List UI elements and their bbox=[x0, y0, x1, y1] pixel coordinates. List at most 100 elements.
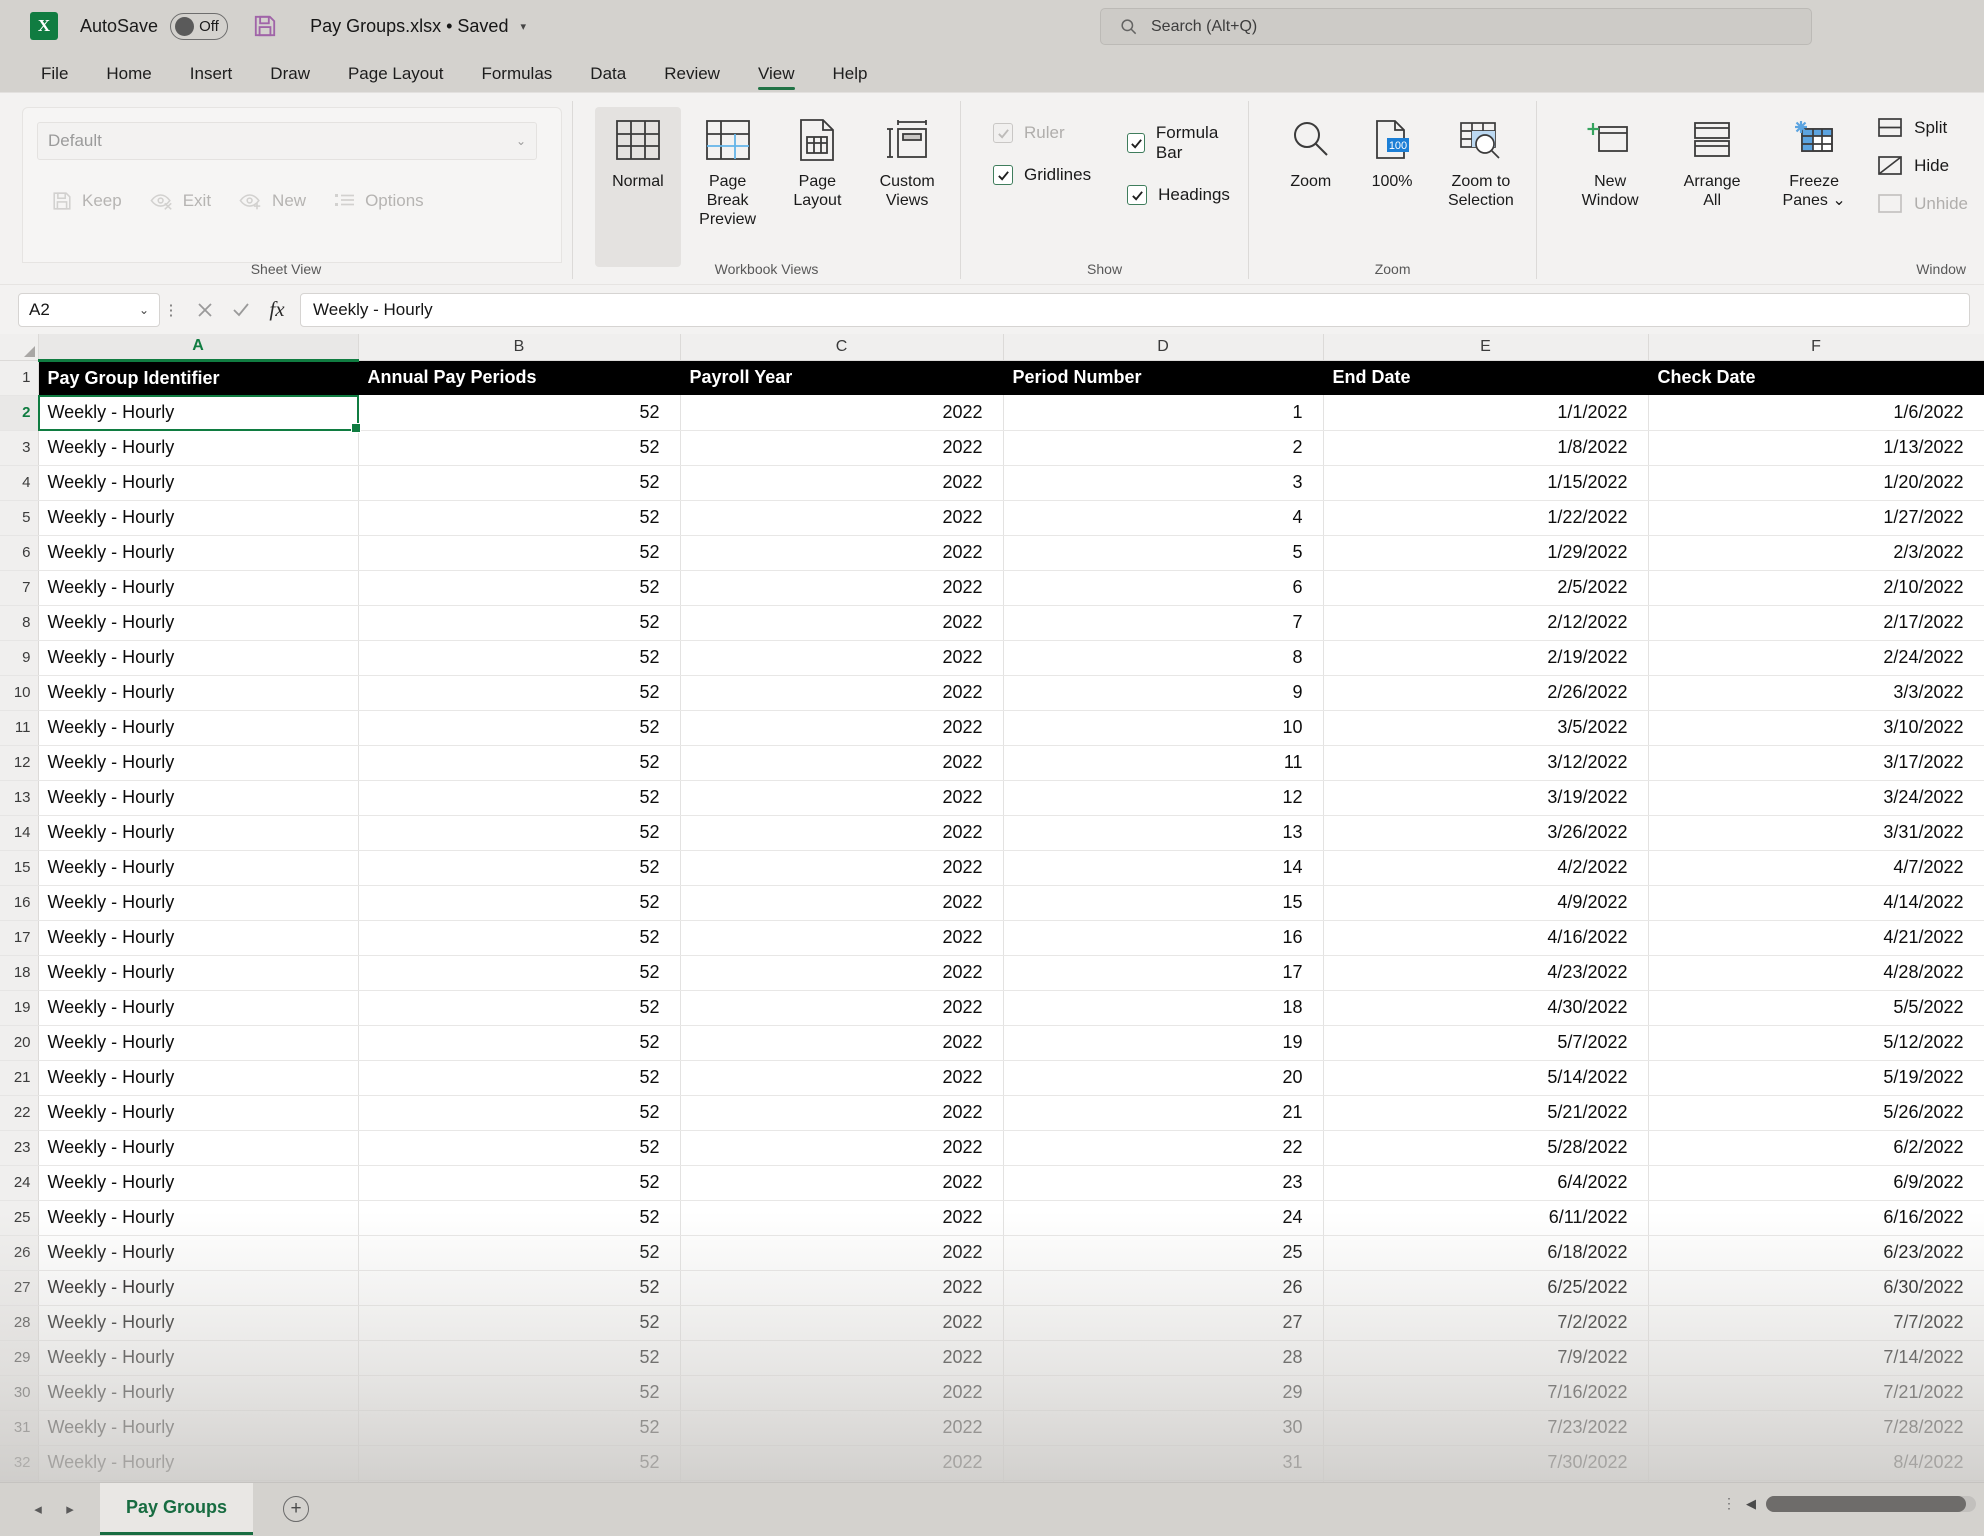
cell-F6[interactable]: 2/3/2022 bbox=[1648, 535, 1984, 571]
row-header-21[interactable]: 21 bbox=[0, 1060, 39, 1096]
column-header-e[interactable]: E bbox=[1322, 334, 1649, 361]
enter-icon[interactable] bbox=[230, 299, 252, 321]
cell-C3[interactable]: 2022 bbox=[680, 430, 1004, 466]
table-row[interactable]: 15 Weekly - Hourly 52 2022 14 4/2/2022 4/7/202… bbox=[0, 850, 1984, 886]
header-cell-e1[interactable]: End Date bbox=[1323, 360, 1649, 395]
cell-C23[interactable]: 2022 bbox=[680, 1130, 1004, 1166]
cell-A23[interactable]: Weekly - Hourly bbox=[38, 1130, 359, 1166]
cell-D2[interactable]: 1 bbox=[1003, 395, 1324, 431]
cell-B5[interactable]: 52 bbox=[358, 500, 681, 536]
sheet-view-options-button[interactable]: Options bbox=[320, 187, 438, 215]
cell-B10[interactable]: 52 bbox=[358, 675, 681, 711]
normal-view-button[interactable]: Normal bbox=[595, 107, 681, 267]
cell-E11[interactable]: 3/5/2022 bbox=[1323, 710, 1649, 746]
gridlines-checkbox-row[interactable]: Gridlines bbox=[987, 165, 1091, 185]
cell-E20[interactable]: 5/7/2022 bbox=[1323, 1025, 1649, 1061]
cell-F4[interactable]: 1/20/2022 bbox=[1648, 465, 1984, 501]
cell-F17[interactable]: 4/21/2022 bbox=[1648, 920, 1984, 956]
row-header-10[interactable]: 10 bbox=[0, 675, 39, 711]
table-row[interactable]: 23 Weekly - Hourly 52 2022 22 5/28/2022 6/2/20… bbox=[0, 1130, 1984, 1166]
cell-C6[interactable]: 2022 bbox=[680, 535, 1004, 571]
cell-F23[interactable]: 6/2/2022 bbox=[1648, 1130, 1984, 1166]
horizontal-scrollbar-thumb[interactable] bbox=[1766, 1495, 1966, 1512]
cell-D16[interactable]: 15 bbox=[1003, 885, 1324, 921]
cell-B24[interactable]: 52 bbox=[358, 1165, 681, 1201]
cell-F7[interactable]: 2/10/2022 bbox=[1648, 570, 1984, 606]
cell-F10[interactable]: 3/3/2022 bbox=[1648, 675, 1984, 711]
cell-A25[interactable]: Weekly - Hourly bbox=[38, 1200, 359, 1236]
row-header-25[interactable]: 25 bbox=[0, 1200, 39, 1236]
cell-D10[interactable]: 9 bbox=[1003, 675, 1324, 711]
table-row[interactable]: 18 Weekly - Hourly 52 2022 17 4/23/2022 4/28/2… bbox=[0, 955, 1984, 991]
page-layout-button[interactable]: Page Layout bbox=[775, 107, 861, 211]
cell-F11[interactable]: 3/10/2022 bbox=[1648, 710, 1984, 746]
ruler-checkbox[interactable] bbox=[993, 123, 1013, 143]
cell-B19[interactable]: 52 bbox=[358, 990, 681, 1026]
page-break-preview-button[interactable]: Page Break Preview bbox=[685, 107, 771, 230]
gridlines-checkbox[interactable] bbox=[993, 165, 1013, 185]
cell-E4[interactable]: 1/15/2022 bbox=[1323, 465, 1649, 501]
cell-C2[interactable]: 2022 bbox=[680, 395, 1004, 431]
cell-B23[interactable]: 52 bbox=[358, 1130, 681, 1166]
cell-A11[interactable]: Weekly - Hourly bbox=[38, 710, 359, 746]
cell-C13[interactable]: 2022 bbox=[680, 780, 1004, 816]
cell-B25[interactable]: 52 bbox=[358, 1200, 681, 1236]
cell-B17[interactable]: 52 bbox=[358, 920, 681, 956]
cell-D23[interactable]: 22 bbox=[1003, 1130, 1324, 1166]
cell-F31[interactable]: 7/28/2022 bbox=[1648, 1410, 1984, 1446]
row-header-6[interactable]: 6 bbox=[0, 535, 39, 571]
table-row[interactable]: 24 Weekly - Hourly 52 2022 23 6/4/2022 6/9/202… bbox=[0, 1165, 1984, 1201]
cell-B4[interactable]: 52 bbox=[358, 465, 681, 501]
header-cell-d1[interactable]: Period Number bbox=[1003, 360, 1324, 395]
spreadsheet-grid[interactable]: A B C D E F 1 Pay Group Identifier Annua… bbox=[0, 334, 1984, 1482]
cell-E25[interactable]: 6/11/2022 bbox=[1323, 1200, 1649, 1236]
table-row[interactable]: 7 Weekly - Hourly 52 2022 6 2/5/2022 2/10/2022 bbox=[0, 570, 1984, 606]
cell-A21[interactable]: Weekly - Hourly bbox=[38, 1060, 359, 1096]
cell-C5[interactable]: 2022 bbox=[680, 500, 1004, 536]
cell-B26[interactable]: 52 bbox=[358, 1235, 681, 1271]
scroll-left-arrow-icon[interactable]: ◀ bbox=[1746, 1496, 1756, 1512]
cell-C21[interactable]: 2022 bbox=[680, 1060, 1004, 1096]
header-cell-f1[interactable]: Check Date bbox=[1648, 360, 1984, 395]
cell-B22[interactable]: 52 bbox=[358, 1095, 681, 1131]
row-header-26[interactable]: 26 bbox=[0, 1235, 39, 1271]
ribbon-tab-formulas[interactable]: Formulas bbox=[462, 64, 571, 92]
row-header-30[interactable]: 30 bbox=[0, 1375, 39, 1411]
cell-D12[interactable]: 11 bbox=[1003, 745, 1324, 781]
cell-E19[interactable]: 4/30/2022 bbox=[1323, 990, 1649, 1026]
row-header-22[interactable]: 22 bbox=[0, 1095, 39, 1131]
row-header-28[interactable]: 28 bbox=[0, 1305, 39, 1341]
cell-E8[interactable]: 2/12/2022 bbox=[1323, 605, 1649, 641]
cell-B9[interactable]: 52 bbox=[358, 640, 681, 676]
name-box[interactable]: A2 ⌄ bbox=[18, 292, 160, 327]
cell-D30[interactable]: 29 bbox=[1003, 1375, 1324, 1411]
cell-E14[interactable]: 3/26/2022 bbox=[1323, 815, 1649, 851]
row-header-20[interactable]: 20 bbox=[0, 1025, 39, 1061]
title-dropdown-caret-icon[interactable]: ▾ bbox=[520, 20, 526, 33]
cell-D19[interactable]: 18 bbox=[1003, 990, 1324, 1026]
table-row[interactable]: 30 Weekly - Hourly 52 2022 29 7/16/2022 7/21/2… bbox=[0, 1375, 1984, 1411]
add-sheet-button[interactable]: + bbox=[283, 1495, 310, 1522]
table-row[interactable]: 13 Weekly - Hourly 52 2022 12 3/19/2022 3/24/2… bbox=[0, 780, 1984, 816]
cell-A30[interactable]: Weekly - Hourly bbox=[38, 1375, 359, 1411]
table-row[interactable]: 19 Weekly - Hourly 52 2022 18 4/30/2022 5/5/20… bbox=[0, 990, 1984, 1026]
cell-F9[interactable]: 2/24/2022 bbox=[1648, 640, 1984, 676]
cell-A16[interactable]: Weekly - Hourly bbox=[38, 885, 359, 921]
cell-B27[interactable]: 52 bbox=[358, 1270, 681, 1306]
cell-D25[interactable]: 24 bbox=[1003, 1200, 1324, 1236]
row-header-19[interactable]: 19 bbox=[0, 990, 39, 1026]
row-header-17[interactable]: 17 bbox=[0, 920, 39, 956]
row-header-9[interactable]: 9 bbox=[0, 640, 39, 676]
cell-E21[interactable]: 5/14/2022 bbox=[1323, 1060, 1649, 1096]
cell-D5[interactable]: 4 bbox=[1003, 500, 1324, 536]
cell-E12[interactable]: 3/12/2022 bbox=[1323, 745, 1649, 781]
cell-B12[interactable]: 52 bbox=[358, 745, 681, 781]
select-all-corner[interactable] bbox=[0, 334, 39, 361]
table-row[interactable]: 17 Weekly - Hourly 52 2022 16 4/16/2022 4/21/2… bbox=[0, 920, 1984, 956]
cell-F13[interactable]: 3/24/2022 bbox=[1648, 780, 1984, 816]
header-cell-c1[interactable]: Payroll Year bbox=[680, 360, 1004, 395]
cell-A19[interactable]: Weekly - Hourly bbox=[38, 990, 359, 1026]
split-button[interactable]: Split bbox=[1877, 117, 1968, 139]
row-header-16[interactable]: 16 bbox=[0, 885, 39, 921]
cell-C20[interactable]: 2022 bbox=[680, 1025, 1004, 1061]
